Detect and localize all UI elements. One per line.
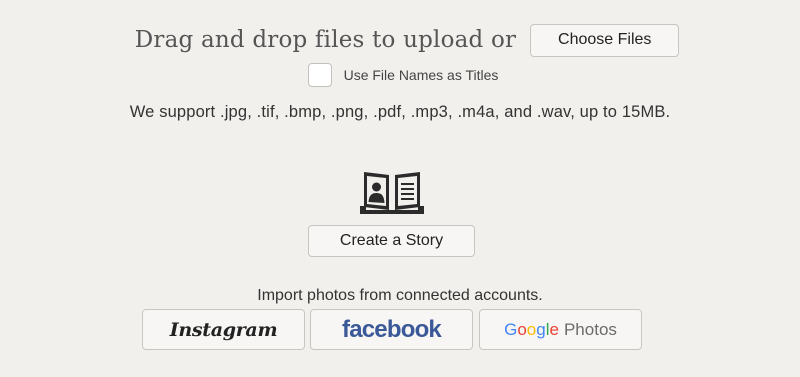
google-letter: g	[536, 319, 546, 339]
google-photos-suffix: Photos	[563, 319, 617, 339]
facebook-import-button[interactable]: facebook	[310, 309, 473, 350]
google-photos-import-button[interactable]: Google Photos	[479, 309, 642, 350]
choose-files-button[interactable]: Choose Files	[530, 23, 680, 57]
upload-row: Drag and drop files to upload or Choose …	[0, 23, 800, 57]
google-letter: G	[504, 319, 518, 339]
use-file-names-option: Use File Names as Titles	[0, 62, 800, 88]
google-letter: o	[526, 319, 537, 339]
drag-drop-title: Drag and drop files to upload or	[134, 27, 517, 53]
use-file-names-label[interactable]: Use File Names as Titles	[344, 67, 499, 83]
facebook-logo-text: facebook	[342, 315, 442, 343]
book-with-portrait-icon	[360, 172, 424, 214]
supported-formats-text: We support .jpg, .tif, .bmp, .png, .pdf,…	[129, 103, 671, 121]
instagram-logo-text: Instagram	[169, 318, 278, 341]
instagram-import-button[interactable]: Instagram	[142, 309, 305, 350]
import-label: Import photos from connected accounts.	[257, 287, 543, 304]
google-letter: e	[549, 319, 559, 339]
create-story-button[interactable]: Create a Story	[308, 225, 475, 257]
google-letter: o	[517, 319, 527, 339]
google-logo: Google	[504, 320, 559, 340]
use-file-names-checkbox[interactable]	[307, 63, 332, 87]
